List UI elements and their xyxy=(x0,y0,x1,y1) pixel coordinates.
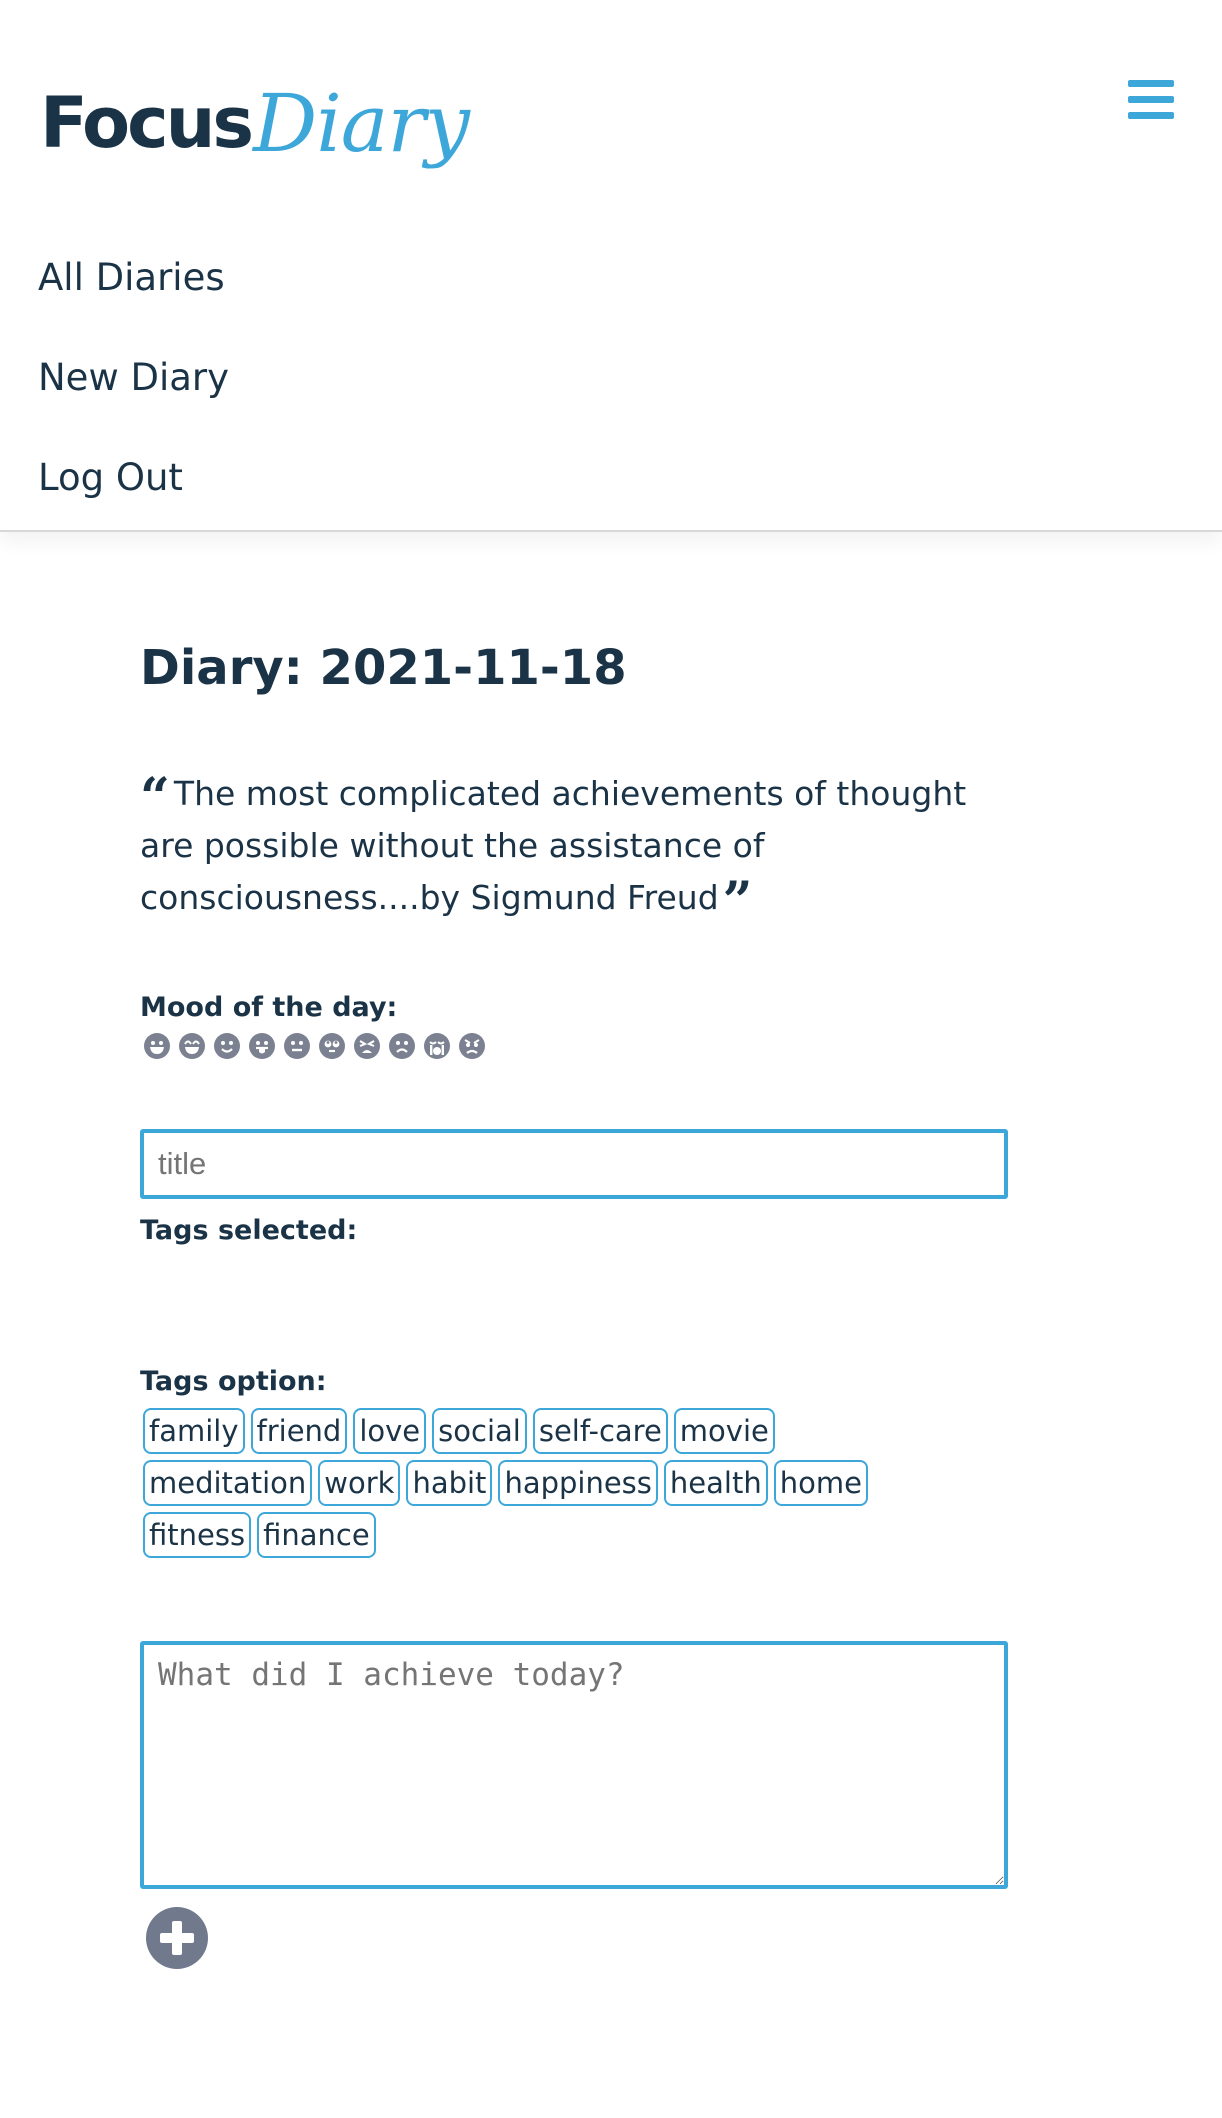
tag-option[interactable]: meditation xyxy=(143,1460,313,1506)
hamburger-bar xyxy=(1128,96,1174,103)
tag-option[interactable]: habit xyxy=(406,1460,493,1506)
smile-face-icon[interactable] xyxy=(214,1033,240,1059)
content-textarea[interactable] xyxy=(140,1641,1008,1889)
tag-option[interactable]: social xyxy=(432,1408,527,1454)
title-input[interactable] xyxy=(140,1129,1008,1199)
diary-form: Diary: 2021-11-18 “The most complicated … xyxy=(140,640,1015,1969)
neutral-face-icon[interactable] xyxy=(284,1033,310,1059)
nav-all-diaries[interactable]: All Diaries xyxy=(38,248,229,348)
logo[interactable]: Focus Diary xyxy=(40,60,470,170)
hamburger-bar xyxy=(1128,112,1174,119)
frown-face-icon[interactable] xyxy=(389,1033,415,1059)
logo-diary-text: Diary xyxy=(253,77,470,170)
angry-face-icon[interactable] xyxy=(459,1033,485,1059)
nav-log-out[interactable]: Log Out xyxy=(38,448,229,548)
open-quote-icon: “ xyxy=(140,767,170,828)
close-quote-icon: ” xyxy=(722,871,753,932)
main-nav: All Diaries New Diary Log Out xyxy=(38,248,229,548)
tag-option[interactable]: family xyxy=(143,1408,245,1454)
quote-text: The most complicated achievements of tho… xyxy=(140,774,967,917)
grin-face-icon[interactable] xyxy=(144,1033,170,1059)
tag-option[interactable]: happiness xyxy=(498,1460,658,1506)
cry-face-icon[interactable] xyxy=(424,1033,450,1059)
tag-option[interactable]: fitness xyxy=(143,1512,252,1558)
hamburger-icon[interactable] xyxy=(1128,80,1174,120)
mood-picker xyxy=(140,1033,1015,1059)
tired-face-icon[interactable] xyxy=(354,1033,380,1059)
tag-option[interactable]: love xyxy=(353,1408,427,1454)
tag-option[interactable]: movie xyxy=(673,1408,775,1454)
tags-selected-label: Tags selected: xyxy=(140,1215,358,1246)
tags-selected-list xyxy=(140,1246,1015,1366)
tongue-face-icon[interactable] xyxy=(249,1033,275,1059)
mood-section: Mood of the day: xyxy=(140,992,1015,1059)
tag-option[interactable]: self-care xyxy=(532,1408,668,1454)
page-title: Diary: 2021-11-18 xyxy=(140,640,627,696)
rolling-eyes-face-icon[interactable] xyxy=(319,1033,345,1059)
tag-option[interactable]: home xyxy=(773,1460,868,1506)
mood-label: Mood of the day: xyxy=(140,992,398,1023)
tags-option-list: family friend love social self-care movi… xyxy=(140,1405,940,1561)
site-header: Focus Diary All Diaries New Diary Log Ou… xyxy=(0,0,1222,532)
logo-focus-text: Focus xyxy=(40,82,254,164)
tag-option[interactable]: finance xyxy=(257,1512,376,1558)
daily-quote: “The most complicated achievements of th… xyxy=(140,767,990,928)
nav-new-diary[interactable]: New Diary xyxy=(38,348,229,448)
tag-option[interactable]: health xyxy=(663,1460,768,1506)
tags-option-label: Tags option: xyxy=(140,1366,327,1397)
tag-option[interactable]: friend xyxy=(250,1408,348,1454)
beam-face-icon[interactable] xyxy=(179,1033,205,1059)
tag-option[interactable]: work xyxy=(318,1460,401,1506)
plus-circle-icon[interactable] xyxy=(146,1907,208,1969)
hamburger-bar xyxy=(1128,80,1174,87)
